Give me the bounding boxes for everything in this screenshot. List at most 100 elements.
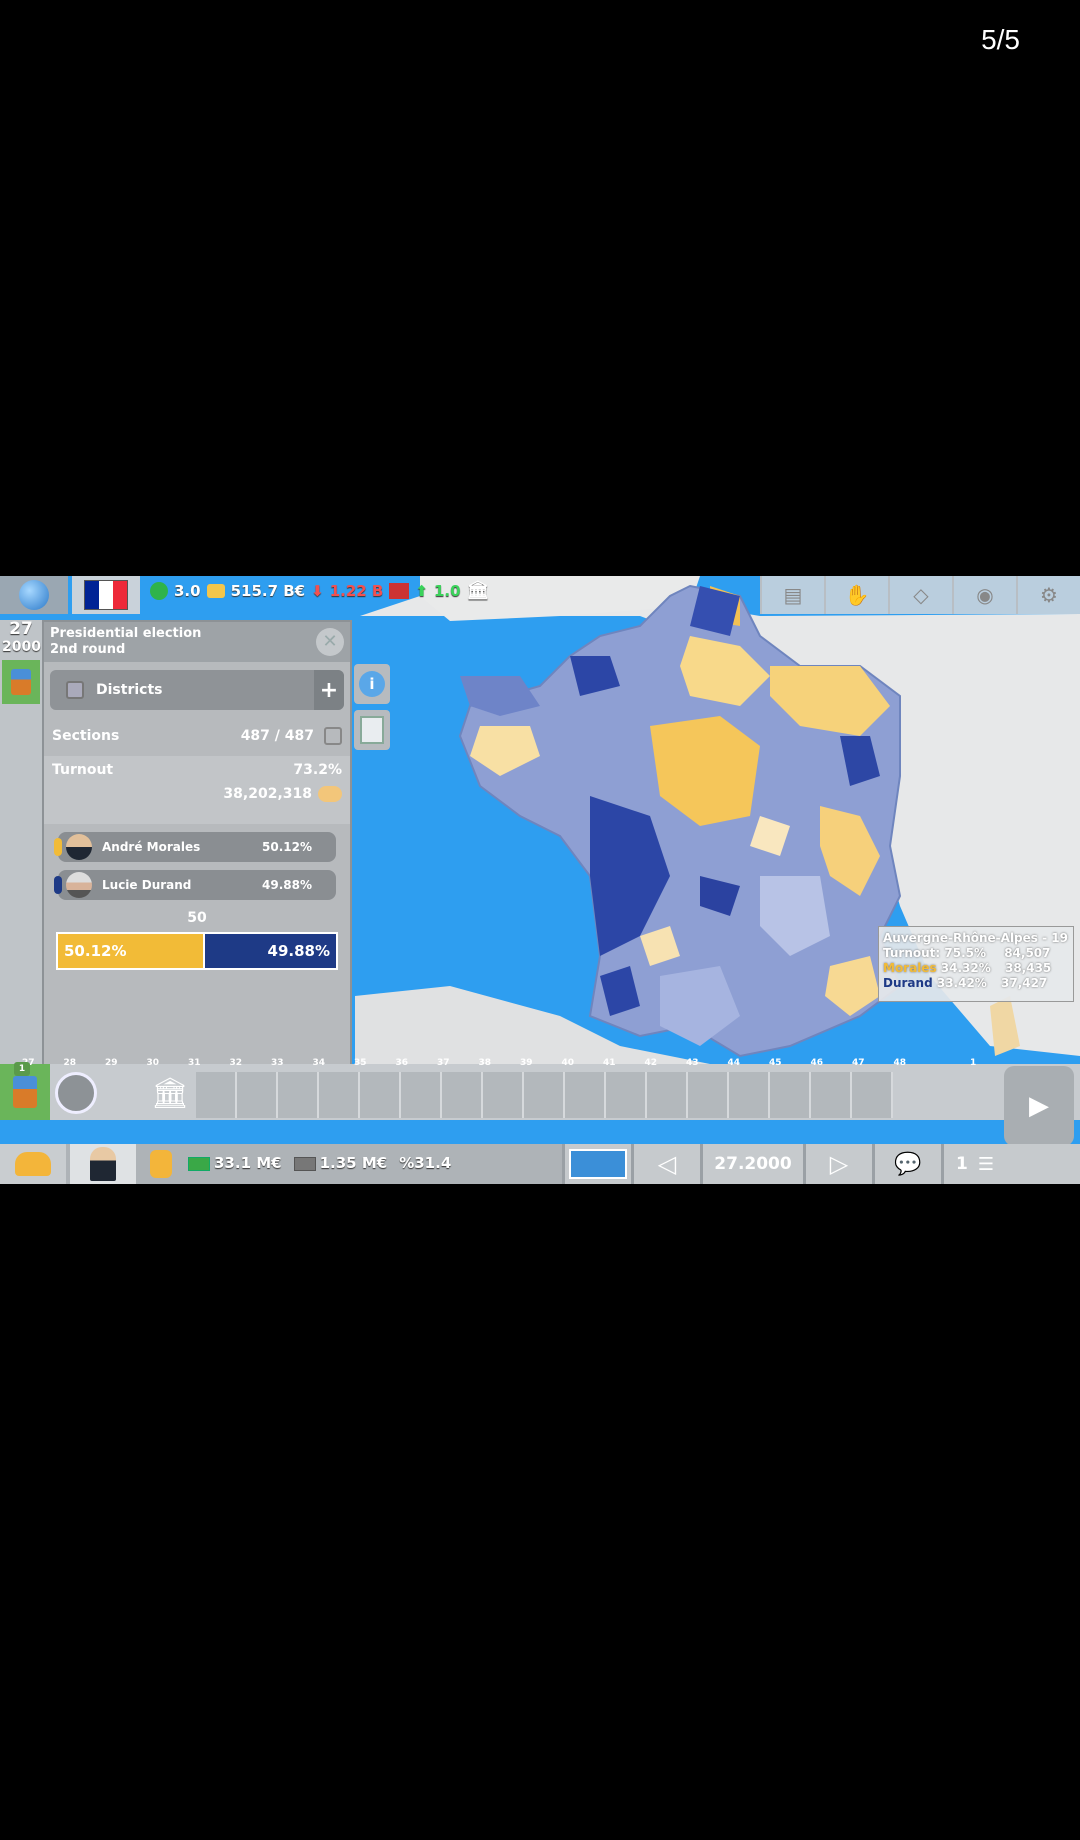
timeline-number: 46 [810, 1058, 824, 1068]
podium-icon [11, 669, 31, 695]
debt-down-arrow-icon: ⬇ [311, 581, 324, 600]
timeline-cell[interactable] [688, 1072, 729, 1118]
close-button[interactable]: ✕ [316, 628, 344, 656]
timeline-number: 28 [63, 1058, 77, 1068]
timeline-cell[interactable] [770, 1072, 811, 1118]
candidate-row-durand[interactable]: Lucie Durand 49.88% [54, 870, 336, 900]
medal-icon: ◉ [976, 583, 994, 607]
timeline-cell[interactable] [483, 1072, 524, 1118]
timeline-cell[interactable] [565, 1072, 606, 1118]
timeline-cell[interactable] [319, 1072, 360, 1118]
hexagon-icon [324, 727, 342, 745]
timeline-number: 41 [603, 1058, 616, 1068]
chat-button[interactable]: 💬 [872, 1144, 941, 1184]
election-panel: Presidential election 2nd round ✕ Distri… [42, 620, 352, 1106]
expand-button[interactable]: + [314, 670, 344, 710]
timeline-cell[interactable] [196, 1072, 237, 1118]
handshake-icon: ✋ [844, 583, 870, 607]
percent-value: 31.4 [414, 1154, 452, 1172]
play-icon: ▶ [1029, 1091, 1049, 1121]
timeline-cell[interactable] [524, 1072, 565, 1118]
timeline-number: 40 [561, 1058, 575, 1068]
timeline-number: 30 [146, 1058, 160, 1068]
cash-icon [188, 1156, 210, 1171]
timeline-number: 31 [188, 1058, 201, 1068]
industry-up-arrow-icon: ⬆ [415, 581, 428, 600]
page-number: 1 [956, 1154, 968, 1174]
districts-selector[interactable]: Districts + [50, 670, 344, 710]
timeline-marker: 1 [14, 1062, 30, 1076]
world-map-icon [569, 1149, 627, 1179]
tooltip-durand-label: Durand [883, 976, 933, 990]
coins-icon [206, 583, 225, 598]
bottom-bar: 33.1 M€ 1.35 M€ %31.4 ◁ 27.2000 ▷ 💬 1 ☰ [0, 1144, 1080, 1184]
france-flag-icon [84, 580, 128, 610]
close-icon: ✕ [322, 631, 338, 652]
timeline-cell[interactable] [360, 1072, 401, 1118]
timeline-cell[interactable] [811, 1072, 852, 1118]
turnout-votes: 38,202,318 [223, 786, 312, 802]
timeline-cell[interactable] [729, 1072, 770, 1118]
timeline-cell[interactable] [278, 1072, 319, 1118]
timeline-number: 32 [229, 1058, 243, 1068]
timeline-parliament-button[interactable] [54, 1068, 98, 1118]
president-button[interactable] [70, 1144, 136, 1184]
bank-icon: 🏛 [466, 580, 490, 601]
toolbar-button-2[interactable]: ✋ [824, 576, 888, 614]
timeline-number: 42 [644, 1058, 658, 1068]
parliament-icon [55, 1072, 97, 1114]
result-bar-morales: 50.12% [58, 934, 204, 968]
timeline-number: 34 [312, 1058, 326, 1068]
sections-row: Sections 487 / 487 [44, 724, 350, 748]
result-bar: 50.12% 49.88% [56, 932, 338, 970]
sections-value: 487 / 487 [240, 728, 314, 744]
debt-change-value: 1.22 B [329, 581, 384, 600]
settings-button[interactable]: ⚙ [1016, 576, 1080, 614]
people-button[interactable] [0, 1144, 66, 1184]
info-button[interactable]: i [354, 664, 390, 704]
majority-mark: 50 [187, 910, 207, 926]
result-bar-durand: 49.88% [203, 934, 336, 968]
region-tooltip: Auvergne-Rhône-Alpes - 19 Turnout: 75.5%… [878, 926, 1074, 1002]
panel-title: Presidential election [50, 626, 202, 641]
candidate-name: André Morales [102, 840, 201, 854]
tooltip-durand-pct: 33.42% [936, 976, 987, 990]
candidate-color-tag [54, 838, 62, 856]
toolbar-button-4[interactable]: ◉ [952, 576, 1016, 614]
timeline-number: 38 [478, 1058, 492, 1068]
previous-button[interactable]: ◁ [631, 1144, 700, 1184]
cash-value-2: 1.35 M€ [319, 1154, 388, 1172]
timeline-numbers: 2728293031323334353637383940414243444546… [0, 1058, 1080, 1072]
country-flag-button[interactable] [72, 576, 140, 614]
date-display: 27.2000 [700, 1144, 803, 1184]
timeline-cell[interactable] [237, 1072, 278, 1118]
timeline-bank-button[interactable]: 🏛 [148, 1068, 192, 1118]
timeline-number: 36 [395, 1058, 409, 1068]
timeline-number: 43 [686, 1058, 699, 1068]
toolbar-button-1[interactable]: ▤ [760, 576, 824, 614]
sections-label: Sections [52, 728, 120, 744]
timeline-cell[interactable] [401, 1072, 442, 1118]
play-button[interactable]: ▶ [1004, 1066, 1074, 1146]
president-icon [90, 1147, 116, 1181]
election-button[interactable] [2, 660, 40, 704]
info-icon: i [359, 671, 385, 697]
tooltip-durand-votes: 37,427 [1001, 976, 1048, 990]
happiness-value: 3.0 [174, 581, 201, 600]
globe-button[interactable] [0, 576, 68, 614]
timeline-cell[interactable] [647, 1072, 688, 1118]
list-button[interactable]: 1 ☰ [941, 1144, 1080, 1184]
timeline-cell[interactable] [606, 1072, 647, 1118]
timeline-cell[interactable] [852, 1072, 893, 1118]
tool-icon: ▤ [783, 583, 803, 607]
turnout-label: Turnout [52, 762, 114, 778]
world-map-button[interactable] [562, 1144, 631, 1184]
next-button[interactable]: ▷ [803, 1144, 872, 1184]
top-right-toolbar: ▤ ✋ ◇ ◉ ⚙ [760, 576, 1080, 614]
timeline-cell[interactable] [442, 1072, 483, 1118]
current-date: 27 2000 [2, 620, 41, 656]
toolbar-button-3[interactable]: ◇ [888, 576, 952, 614]
hand-icon[interactable] [150, 1150, 172, 1178]
candidate-row-morales[interactable]: André Morales 50.12% [54, 832, 336, 862]
document-search-button[interactable] [354, 710, 390, 750]
